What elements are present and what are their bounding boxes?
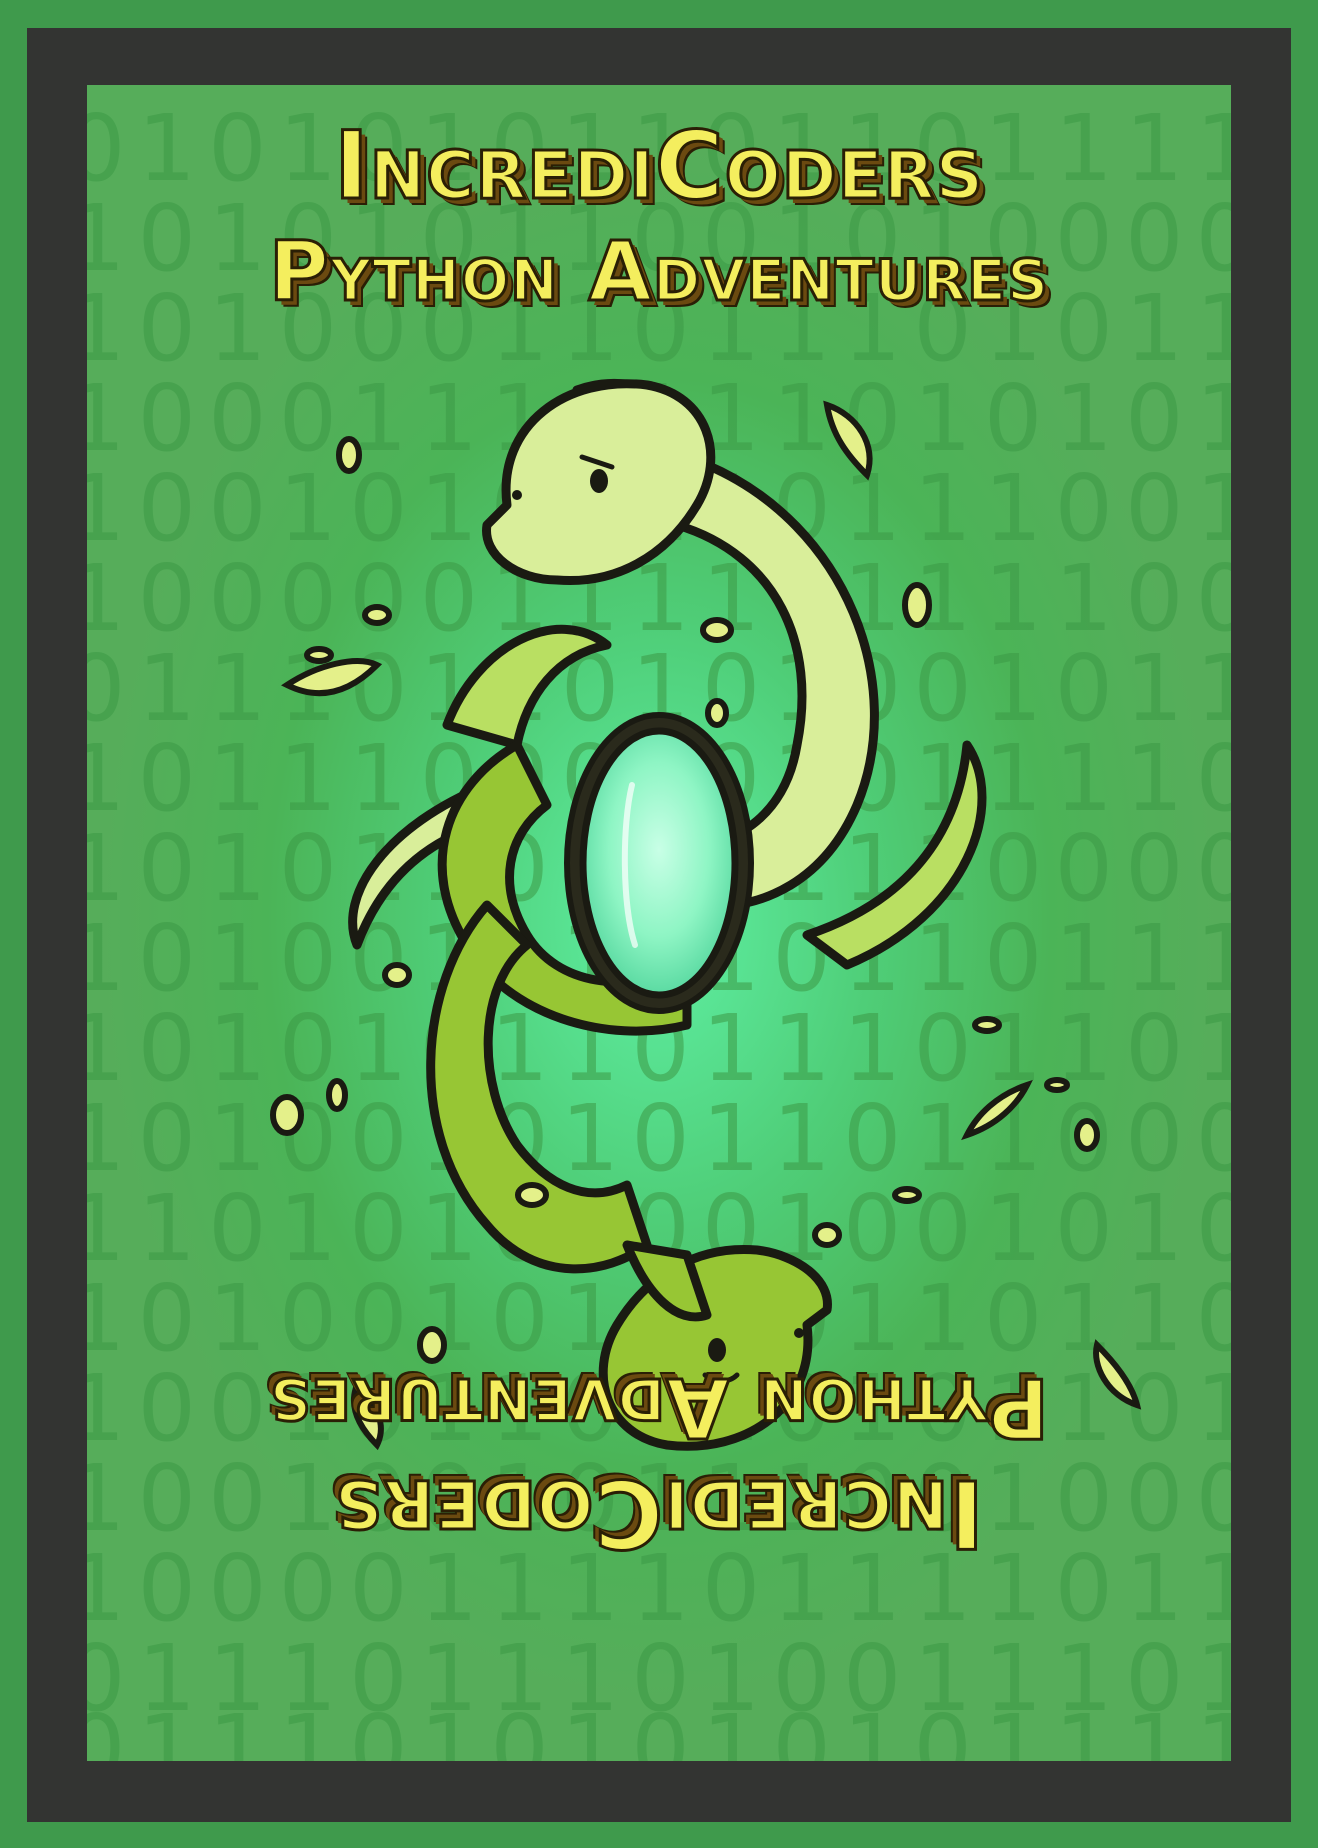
title-line-2: Python Adventures [267, 225, 1050, 320]
gem-icon [564, 712, 754, 1014]
card-panel: 010101011011011110 10101011001010000 101… [87, 85, 1231, 1761]
title-line-2: Python Adventures [267, 1358, 1050, 1456]
game-card: 010101011011011110 10101011001010000 101… [0, 0, 1318, 1848]
top-title: IncrediCoders Python Adventures [87, 112, 1231, 320]
bottom-title-rotated: IncrediCoders Python Adventures [87, 1358, 1231, 1569]
title-line-1: IncrediCoders [332, 112, 985, 221]
title-line-1: IncrediCoders [332, 1457, 985, 1569]
